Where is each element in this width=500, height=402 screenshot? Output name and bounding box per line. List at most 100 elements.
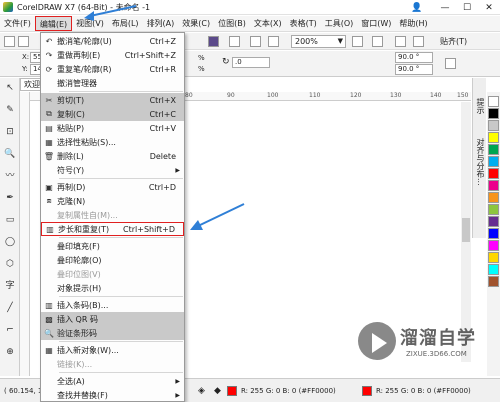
grid-icon[interactable]: [395, 36, 406, 47]
shape-tool-icon[interactable]: ✎: [4, 104, 16, 116]
full-screen-icon[interactable]: [352, 36, 363, 47]
edit-menu-item[interactable]: 撤消管理器: [41, 76, 184, 90]
ruler-mark: 100: [267, 92, 279, 99]
menu-bitmaps[interactable]: 位图(B): [214, 16, 250, 31]
rectangle-tool-icon[interactable]: ▭: [4, 214, 16, 226]
menu-separator: [59, 372, 183, 373]
edit-menu-item[interactable]: 🗑 删除(L) Delete: [41, 149, 184, 163]
color-swatch[interactable]: [488, 204, 499, 215]
open-icon[interactable]: [18, 36, 29, 47]
maximize-button[interactable]: ☐: [456, 3, 478, 13]
color-swatch[interactable]: [488, 144, 499, 155]
outline-color-swatch[interactable]: [362, 386, 372, 396]
color-swatch[interactable]: [488, 156, 499, 167]
menu-item-label: 插入新对象(W)...: [57, 345, 119, 355]
zoom-level-select[interactable]: 200% ▼: [291, 35, 346, 48]
ellipse-tool-icon[interactable]: ◯: [4, 236, 16, 248]
edit-menu-item[interactable]: ⟳ 重复笔/轮廓(R) Ctrl+R: [41, 62, 184, 76]
edit-menu-item[interactable]: 符号(Y) ▶: [41, 163, 184, 177]
color-swatch[interactable]: [488, 96, 499, 107]
corner-angle-bottom-field[interactable]: 90.0 °: [395, 64, 433, 75]
user-icon[interactable]: 👤: [406, 3, 428, 13]
color-swatch[interactable]: [488, 120, 499, 131]
pick-tool-icon[interactable]: ↖: [4, 82, 16, 94]
edit-menu-item[interactable]: ▥ 插入条码(B)...: [41, 298, 184, 312]
edit-menu-item[interactable]: ▦ 插入新对象(W)...: [41, 343, 184, 357]
publish-icon[interactable]: [250, 36, 261, 47]
snap-to-dropdown[interactable]: 贴齐(T): [440, 36, 467, 47]
docker-tab-hints[interactable]: 提示: [475, 98, 486, 114]
edit-menu-item[interactable]: 对象提示(H): [41, 281, 184, 295]
export-icon[interactable]: [229, 36, 240, 47]
edit-menu-item[interactable]: 🔍 验证条形码: [41, 326, 184, 340]
edit-menu-item[interactable]: 查找并替换(F) ▶: [41, 388, 184, 401]
color-swatch[interactable]: [488, 108, 499, 119]
minimize-button[interactable]: —: [434, 3, 456, 13]
parallel-dimension-icon[interactable]: ╱: [4, 302, 16, 314]
cursor-coordinates: ( 60.154, 1: [4, 387, 43, 395]
add-tool-icon[interactable]: ⊕: [4, 346, 16, 358]
color-swatch[interactable]: [488, 180, 499, 191]
import-icon[interactable]: [208, 36, 219, 47]
docker-tab-align-distribute[interactable]: 对齐与分布...: [475, 138, 486, 186]
zoom-tool-icon[interactable]: 🔍: [4, 148, 16, 160]
menu-item-label: 重做再制(E): [57, 50, 101, 60]
menu-arrange[interactable]: 排列(A): [143, 16, 179, 31]
edit-menu-item[interactable]: 叠印填充(F): [41, 239, 184, 253]
edit-menu-item[interactable]: ▩ 插入 QR 码: [41, 312, 184, 326]
menu-tools[interactable]: 工具(O): [321, 16, 358, 31]
menu-window[interactable]: 窗口(W): [357, 16, 395, 31]
application-launcher-icon[interactable]: [268, 36, 279, 47]
edit-menu-item[interactable]: ▤ 粘贴(P) Ctrl+V: [41, 121, 184, 135]
color-swatch[interactable]: [488, 276, 499, 287]
edit-menu-item[interactable]: ▣ 再制(D) Ctrl+D: [41, 180, 184, 194]
color-swatch[interactable]: [488, 168, 499, 179]
menu-item-shortcut: Ctrl+Shift+Z: [124, 50, 176, 60]
color-swatch[interactable]: [488, 252, 499, 263]
color-swatch[interactable]: [488, 240, 499, 251]
menu-item-shortcut: Ctrl+Z: [149, 36, 176, 46]
menu-help[interactable]: 帮助(H): [395, 16, 431, 31]
wrap-text-icon[interactable]: [445, 58, 456, 69]
polygon-tool-icon[interactable]: ⬡: [4, 258, 16, 270]
menu-edit[interactable]: 编辑(E): [34, 16, 73, 31]
menu-file[interactable]: 文件(F): [0, 16, 35, 31]
fill-icon: ◈: [198, 386, 205, 396]
new-document-icon[interactable]: [4, 36, 15, 47]
menu-item-label: 撤消管理器: [57, 78, 97, 88]
edit-menu-item[interactable]: ✂ 剪切(T) Ctrl+X: [41, 93, 184, 107]
vertical-ruler[interactable]: [20, 92, 30, 376]
menu-effects[interactable]: 效果(C): [178, 16, 214, 31]
freehand-tool-icon[interactable]: 〰: [4, 170, 16, 182]
edit-menu-item[interactable]: ▥ 步长和重复(T) Ctrl+Shift+D: [41, 222, 184, 236]
edit-menu-item[interactable]: ⧈ 克隆(N): [41, 194, 184, 208]
menu-table[interactable]: 表格(T): [286, 16, 321, 31]
menu-item-label: 重复笔/轮廓(R): [57, 64, 112, 74]
text-tool-icon[interactable]: 字: [4, 280, 16, 292]
corner-angle-top-field[interactable]: 90.0 °: [395, 52, 433, 63]
menu-item-label: 验证条形码: [57, 328, 97, 338]
menu-text[interactable]: 文本(X): [250, 16, 286, 31]
close-button[interactable]: ✕: [478, 3, 500, 13]
scrollbar-thumb[interactable]: [462, 218, 470, 242]
rotation-angle-field[interactable]: .0: [232, 57, 270, 68]
edit-menu-item[interactable]: ▦ 选择性粘贴(S)...: [41, 135, 184, 149]
menu-item-label: 全选(A): [57, 376, 85, 386]
guidelines-icon[interactable]: [413, 36, 424, 47]
edit-menu-item[interactable]: 全选(A) ▶: [41, 374, 184, 388]
color-swatch[interactable]: [488, 132, 499, 143]
edit-menu-item[interactable]: ↶ 撤消笔/轮廓(U) Ctrl+Z: [41, 34, 184, 48]
artistic-media-icon[interactable]: ✒: [4, 192, 16, 204]
fill-color-swatch[interactable]: [227, 386, 237, 396]
color-swatch[interactable]: [488, 216, 499, 227]
connector-tool-icon[interactable]: ⌐: [4, 324, 16, 336]
crop-tool-icon[interactable]: ⊡: [4, 126, 16, 138]
ruler-mark: 140: [430, 92, 442, 99]
edit-menu-item[interactable]: ↷ 重做再制(E) Ctrl+Shift+Z: [41, 48, 184, 62]
color-swatch[interactable]: [488, 264, 499, 275]
rulers-icon[interactable]: [372, 36, 383, 47]
edit-menu-item[interactable]: ⧉ 复制(C) Ctrl+C: [41, 107, 184, 121]
color-swatch[interactable]: [488, 228, 499, 239]
color-swatch[interactable]: [488, 192, 499, 203]
edit-menu-item[interactable]: 叠印轮廓(O): [41, 253, 184, 267]
